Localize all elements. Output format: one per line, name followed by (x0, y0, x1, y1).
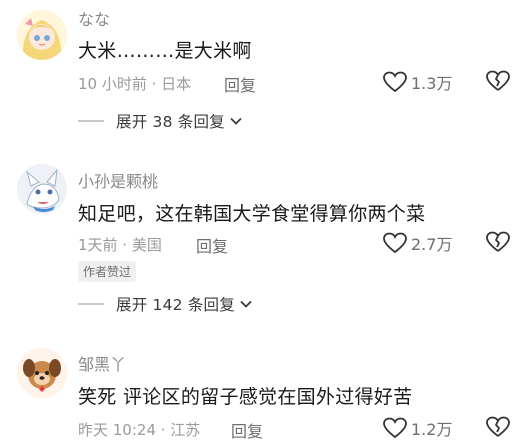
like-count: 1.2万 (411, 420, 453, 439)
broken-heart-icon (486, 415, 510, 439)
heart-outline-icon (383, 417, 407, 439)
username[interactable]: 邹黑丫 (78, 351, 126, 375)
avatar[interactable] (17, 348, 67, 398)
like-button[interactable]: 1.2万 (383, 416, 452, 440)
dislike-button[interactable] (486, 415, 510, 439)
reply-button[interactable]: 回复 (231, 418, 263, 442)
comment-time-location: 昨天 10:24 · 江苏 (78, 421, 201, 439)
cartoon-dog-avatar-image (17, 348, 67, 398)
comment-text: 笑死 评论区的留子感觉在国外过得好苦 (78, 386, 413, 408)
comment-item: 邹黑丫 笑死 评论区的留子感觉在国外过得好苦 昨天 10:24 · 江苏 回复 … (0, 0, 521, 444)
